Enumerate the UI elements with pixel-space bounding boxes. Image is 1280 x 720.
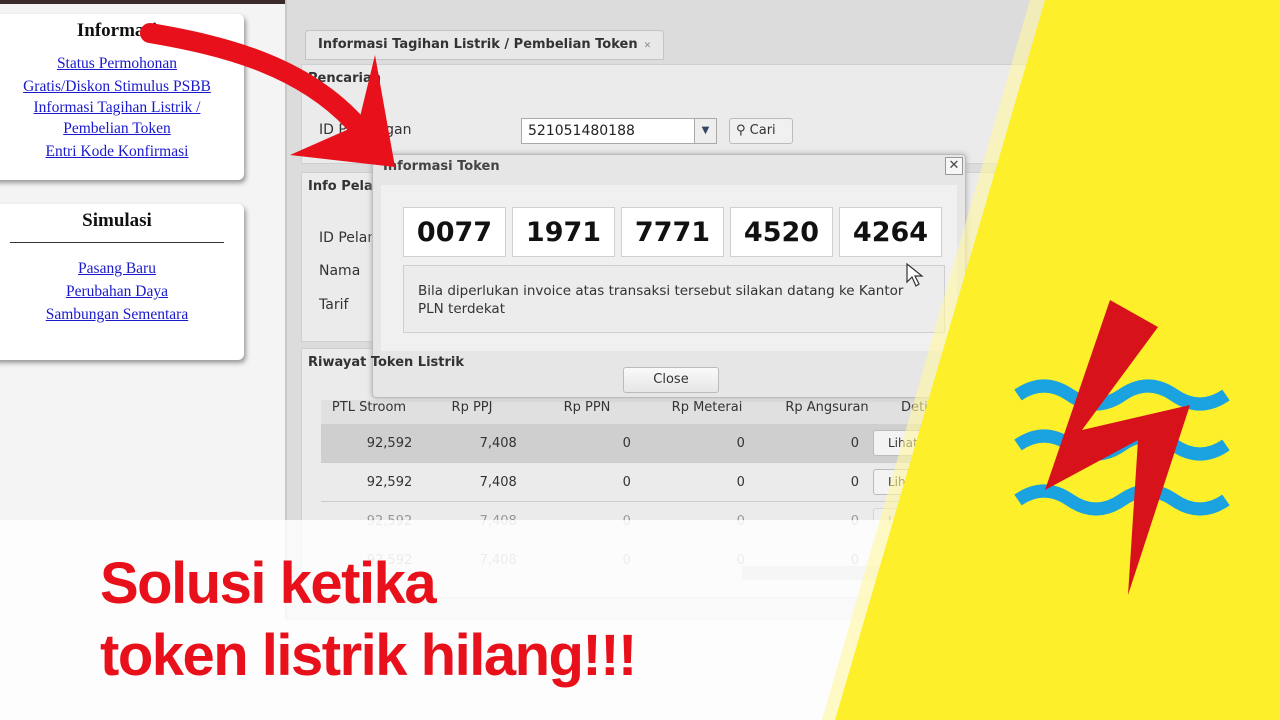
headline-line-1: Solusi ketika <box>100 551 437 616</box>
headline-line-2: token listrik hilang!!! <box>100 623 637 688</box>
headline: Solusi ketika token listrik hilang!!! <box>100 548 637 692</box>
riwayat-header: Riwayat Token Listrik <box>308 355 465 370</box>
pln-logo <box>1014 300 1230 595</box>
red-arrow-icon <box>140 23 395 167</box>
